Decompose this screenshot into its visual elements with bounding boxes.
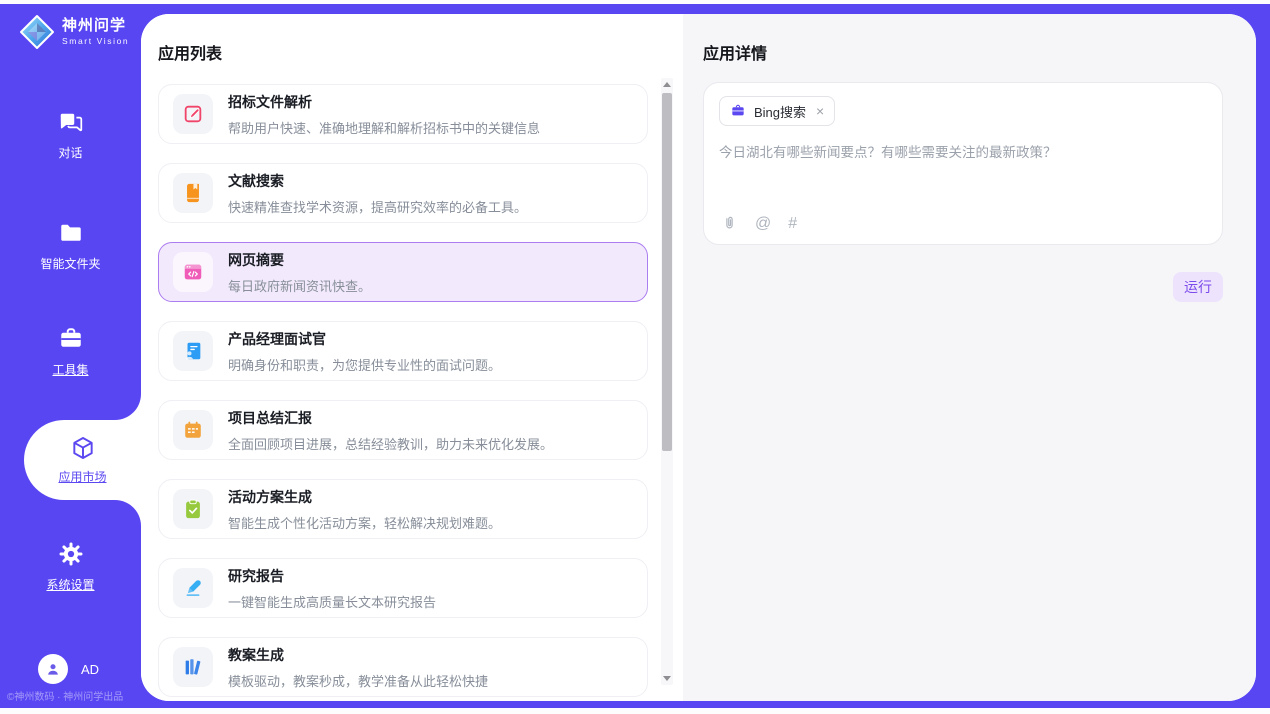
calendar-icon	[173, 410, 213, 450]
sidebar-item-label: 系统设置	[46, 576, 94, 593]
main-content: 应用列表 招标文件解析 帮助用户快速、准确地理解和解析招标书中的关键信息 文献搜…	[141, 14, 1256, 701]
app-list-title: 应用列表	[158, 40, 222, 64]
briefcase-icon	[730, 103, 746, 119]
cube-icon	[70, 435, 96, 461]
tool-chip-label: Bing搜索	[754, 102, 806, 121]
app-name: 项目总结汇报	[228, 408, 553, 428]
app-name: 招标文件解析	[228, 92, 540, 112]
app-description: 全面回顾项目进展，总结经验教训，助力未来优化发展。	[228, 434, 553, 453]
mention-icon[interactable]: @	[755, 216, 771, 232]
brand-logo: 神州问学 Smart Vision	[19, 14, 129, 50]
app-list-item[interactable]: 教案生成 模板驱动，教案秒成，教学准备从此轻松快捷	[158, 637, 648, 697]
app-name: 文献搜索	[228, 171, 527, 191]
app-name: 教案生成	[228, 645, 488, 665]
sidebar-item-toolset[interactable]: 工具集	[0, 326, 141, 378]
prompt-card: Bing搜索 × 今日湖北有哪些新闻要点？有哪些需要关注的最新政策？ @ #	[703, 82, 1223, 245]
app-list-item[interactable]: 网页摘要 每日政府新闻资讯快查。	[158, 242, 648, 302]
app-detail-title: 应用详情	[703, 40, 767, 64]
app-description: 模板驱动，教案秒成，教学准备从此轻松快捷	[228, 671, 488, 690]
account[interactable]: AD	[38, 654, 99, 684]
app-detail-panel: 应用详情 Bing搜索 × 今日湖北有哪些新闻要点？有哪些需要关注的最新政策？ …	[683, 14, 1256, 701]
app-description: 明确身份和职责，为您提供专业性的面试问题。	[228, 355, 501, 374]
sidebar-item-label: 对话	[58, 144, 82, 161]
scrollbar-thumb[interactable]	[662, 93, 672, 451]
bubble-notch-top	[115, 394, 141, 420]
app-list-item[interactable]: 文献搜索 快速精准查找学术资源，提高研究效率的必备工具。	[158, 163, 648, 223]
app-list-item[interactable]: 研究报告 一键智能生成高质量长文本研究报告	[158, 558, 648, 618]
app-description: 帮助用户快速、准确地理解和解析招标书中的关键信息	[228, 118, 540, 137]
bubble-notch-bottom	[115, 500, 141, 526]
sidebar-item-chat[interactable]: 对话	[0, 109, 141, 161]
books-icon	[173, 647, 213, 687]
scrollbar[interactable]	[661, 78, 673, 685]
app-list-panel: 应用列表 招标文件解析 帮助用户快速、准确地理解和解析招标书中的关键信息 文献搜…	[141, 14, 683, 701]
copyright: ©神州数码 · 神州问学出品	[7, 688, 123, 703]
toolbox-icon	[58, 326, 84, 352]
prompt-text[interactable]: 今日湖北有哪些新闻要点？有哪些需要关注的最新政策？	[719, 141, 1207, 161]
app-description: 快速精准查找学术资源，提高研究效率的必备工具。	[228, 197, 527, 216]
app-frame: 神州问学 Smart Vision 对话 智能文件夹 工具集 应用市场 系统设置	[0, 4, 1270, 708]
app-list: 招标文件解析 帮助用户快速、准确地理解和解析招标书中的关键信息 文献搜索 快速精…	[158, 84, 648, 701]
run-button[interactable]: 运行	[1173, 272, 1223, 302]
brand-gem-icon	[19, 14, 55, 50]
sidebar-item-settings[interactable]: 系统设置	[0, 541, 141, 593]
folder-icon	[58, 220, 84, 246]
app-description: 智能生成个性化活动方案，轻松解决规划难题。	[228, 513, 501, 532]
sidebar-item-app-market[interactable]: 应用市场	[24, 420, 141, 500]
app-name: 研究报告	[228, 566, 436, 586]
app-description: 每日政府新闻资讯快查。	[228, 276, 371, 295]
person-doc-icon	[173, 331, 213, 371]
brand-name: 神州问学	[62, 18, 129, 35]
chat-icon	[58, 109, 84, 135]
tool-chip-bing-search[interactable]: Bing搜索 ×	[719, 96, 835, 126]
pencil-doc-icon	[173, 94, 213, 134]
book-icon	[173, 173, 213, 213]
app-name: 产品经理面试官	[228, 329, 501, 349]
app-name: 网页摘要	[228, 250, 371, 270]
sidebar-item-label: 应用市场	[58, 468, 106, 485]
chip-close-icon[interactable]: ×	[816, 103, 824, 119]
hash-icon[interactable]: #	[788, 216, 797, 232]
composer-toolbar: @ #	[721, 215, 797, 232]
gear-icon	[58, 541, 84, 567]
sidebar: 神州问学 Smart Vision 对话 智能文件夹 工具集 应用市场 系统设置	[0, 4, 141, 708]
paperclip-icon[interactable]	[721, 215, 738, 232]
browser-code-icon	[173, 252, 213, 292]
clipboard-check-icon	[173, 489, 213, 529]
sidebar-item-smart-folder[interactable]: 智能文件夹	[0, 220, 141, 272]
app-name: 活动方案生成	[228, 487, 501, 507]
avatar	[38, 654, 68, 684]
app-list-item[interactable]: 招标文件解析 帮助用户快速、准确地理解和解析招标书中的关键信息	[158, 84, 648, 144]
brand-tagline: Smart Vision	[62, 36, 129, 46]
sidebar-item-label: 智能文件夹	[40, 255, 100, 272]
scroll-up-icon[interactable]	[663, 82, 671, 87]
sidebar-item-label: 工具集	[52, 361, 88, 378]
person-icon	[44, 660, 62, 678]
pen-icon	[173, 568, 213, 608]
app-list-item[interactable]: 项目总结汇报 全面回顾项目进展，总结经验教训，助力未来优化发展。	[158, 400, 648, 460]
account-name: AD	[81, 662, 99, 677]
app-description: 一键智能生成高质量长文本研究报告	[228, 592, 436, 611]
app-list-item[interactable]: 产品经理面试官 明确身份和职责，为您提供专业性的面试问题。	[158, 321, 648, 381]
scroll-down-icon[interactable]	[663, 676, 671, 681]
app-list-item[interactable]: 活动方案生成 智能生成个性化活动方案，轻松解决规划难题。	[158, 479, 648, 539]
